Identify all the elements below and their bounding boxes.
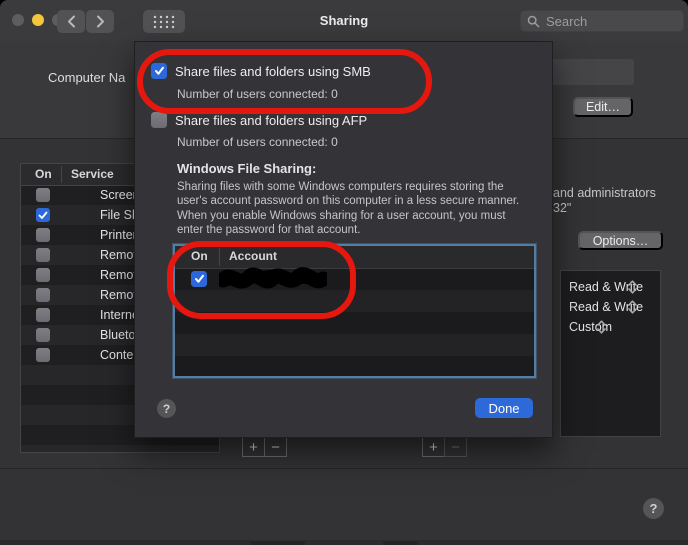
stepper-icon[interactable]: [628, 279, 637, 295]
question-icon: ?: [163, 402, 170, 416]
checkbox-unchecked[interactable]: [36, 288, 50, 302]
checkbox-unchecked[interactable]: [36, 308, 50, 322]
smb-checkbox-checked[interactable]: [151, 63, 167, 79]
checkbox-unchecked[interactable]: [36, 328, 50, 342]
column-header-account: Account: [229, 249, 277, 263]
search-icon: [527, 15, 540, 28]
account-checkbox-checked[interactable]: [191, 271, 207, 287]
check-icon: [154, 66, 165, 76]
smb-checkbox-label: Share files and folders using SMB: [175, 64, 371, 79]
window-bottom-edge: [0, 540, 688, 545]
stepper-icon[interactable]: [628, 299, 637, 315]
remove-shared-folder-button[interactable]: −: [264, 437, 287, 457]
computer-name-field[interactable]: [553, 59, 634, 85]
afp-users-connected-status: Number of users connected: 0: [177, 135, 338, 149]
users-permissions-table[interactable]: Read & Write Read & Write Custom: [560, 270, 661, 437]
administrators-text-fragment: and administrators: [553, 186, 656, 200]
options-button[interactable]: Options…: [578, 231, 663, 250]
minus-icon: −: [451, 439, 460, 456]
account-row[interactable]: [175, 268, 534, 290]
search-input[interactable]: [544, 13, 677, 30]
check-icon: [38, 211, 48, 220]
column-header-on: On: [191, 249, 208, 263]
done-button[interactable]: Done: [475, 398, 533, 418]
search-field[interactable]: [520, 10, 684, 32]
sheet-help-button[interactable]: ?: [157, 399, 176, 418]
add-shared-folder-button[interactable]: +: [242, 437, 265, 457]
sharing-preferences-window: Sharing Computer Na Edit… On Service Scr…: [0, 0, 688, 545]
titlebar: Sharing: [0, 0, 688, 42]
footer-divider: [0, 468, 688, 469]
smb-users-connected-status: Number of users connected: 0: [177, 87, 338, 101]
windows-file-sharing-description: Sharing files with some Windows computer…: [177, 180, 527, 238]
remove-user-button[interactable]: −: [444, 437, 467, 457]
afp-checkbox-label: Share files and folders using AFP: [175, 113, 367, 128]
checkbox-unchecked[interactable]: [36, 228, 50, 242]
check-icon: [194, 274, 205, 284]
permission-row[interactable]: Read & Write: [569, 297, 643, 317]
plus-icon: +: [249, 439, 258, 456]
afp-checkbox-unchecked[interactable]: [151, 112, 167, 128]
add-user-button[interactable]: +: [422, 437, 445, 457]
windows-file-sharing-heading: Windows File Sharing:: [177, 161, 316, 176]
redacted-account-name: [219, 266, 327, 293]
column-divider: [219, 248, 220, 266]
question-icon: ?: [650, 501, 658, 516]
checkbox-checked[interactable]: [36, 208, 50, 222]
checkbox-unchecked[interactable]: [36, 348, 50, 362]
bottom-edge-shadow: [250, 541, 305, 545]
smb-sharing-sheet: Share files and folders using SMB Number…: [134, 41, 553, 438]
column-divider: [61, 166, 62, 183]
help-button[interactable]: ?: [643, 498, 664, 519]
checkbox-unchecked[interactable]: [36, 188, 50, 202]
permission-row[interactable]: Read & Write: [569, 277, 643, 297]
edit-button[interactable]: Edit…: [573, 97, 633, 117]
computer-name-label: Computer Na: [48, 70, 125, 85]
minus-icon: −: [271, 439, 280, 456]
bottom-edge-shadow: [383, 541, 418, 545]
permission-row[interactable]: Custom: [569, 317, 612, 337]
size-text-fragment: 32": [553, 201, 571, 215]
column-header-on: On: [35, 167, 52, 181]
account-table[interactable]: On Account: [173, 244, 536, 378]
checkbox-unchecked[interactable]: [36, 248, 50, 262]
column-header-service: Service: [71, 167, 114, 181]
plus-icon: +: [429, 439, 438, 456]
stepper-icon[interactable]: [597, 319, 606, 335]
checkbox-unchecked[interactable]: [36, 268, 50, 282]
